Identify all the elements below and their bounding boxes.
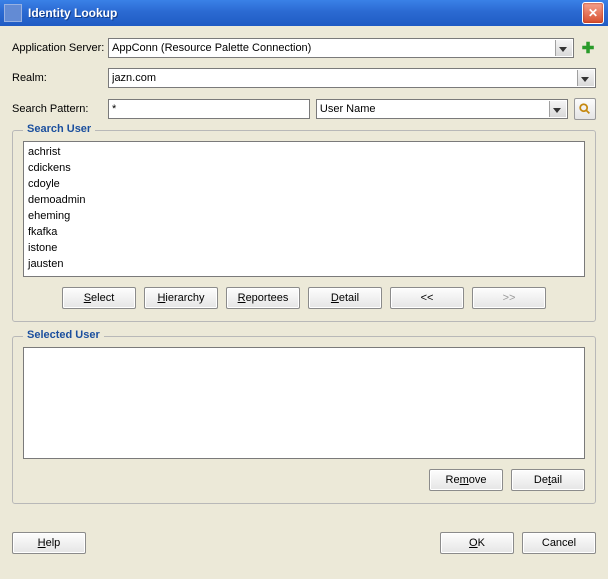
search-type-value[interactable]: [316, 99, 568, 119]
search-type-select[interactable]: [316, 99, 568, 119]
selected-user-legend: Selected User: [23, 329, 104, 341]
detail-button[interactable]: Detail: [308, 287, 382, 309]
list-item[interactable]: demoadmin: [26, 192, 582, 208]
close-icon: ✕: [588, 6, 598, 20]
select-button[interactable]: Select: [62, 287, 136, 309]
reportees-button[interactable]: Reportees: [226, 287, 300, 309]
search-user-legend: Search User: [23, 123, 95, 135]
realm-value[interactable]: [108, 68, 596, 88]
list-item[interactable]: istone: [26, 240, 582, 256]
selected-detail-button[interactable]: Detail: [511, 469, 585, 491]
realm-row: Realm:: [12, 68, 596, 88]
hierarchy-button[interactable]: Hierarchy: [144, 287, 218, 309]
cancel-button[interactable]: Cancel: [522, 532, 596, 554]
prev-page-button[interactable]: <<: [390, 287, 464, 309]
window-title: Identity Lookup: [28, 6, 582, 20]
search-user-group: Search User achristcdickenscdoyledemoadm…: [12, 130, 596, 322]
selected-button-bar: Remove Detail: [23, 469, 585, 491]
realm-label: Realm:: [12, 72, 108, 84]
search-pattern-label: Search Pattern:: [12, 103, 108, 115]
list-item[interactable]: achrist: [26, 144, 582, 160]
selected-user-group: Selected User Remove Detail: [12, 336, 596, 504]
appserver-value[interactable]: [108, 38, 574, 58]
search-button-bar: Select Hierarchy Reportees Detail << >>: [23, 287, 585, 309]
appserver-row: Application Server: ✚: [12, 38, 596, 58]
dialog-footer: Help OK Cancel: [0, 526, 608, 566]
list-item[interactable]: eheming: [26, 208, 582, 224]
run-search-button[interactable]: [574, 98, 596, 120]
appserver-select[interactable]: [108, 38, 574, 58]
app-icon: [4, 4, 22, 22]
list-item[interactable]: jausten: [26, 256, 582, 272]
title-bar: Identity Lookup ✕: [0, 0, 608, 26]
search-icon: [578, 102, 592, 116]
list-item[interactable]: cdoyle: [26, 176, 582, 192]
help-button[interactable]: Help: [12, 532, 86, 554]
realm-select[interactable]: [108, 68, 596, 88]
selected-user-list[interactable]: [23, 347, 585, 459]
list-item[interactable]: cdickens: [26, 160, 582, 176]
search-user-list[interactable]: achristcdickenscdoyledemoadminehemingfka…: [23, 141, 585, 277]
list-item[interactable]: fkafka: [26, 224, 582, 240]
remove-button[interactable]: Remove: [429, 469, 503, 491]
search-pattern-input[interactable]: [108, 99, 310, 119]
close-button[interactable]: ✕: [582, 2, 604, 24]
plus-icon: ✚: [582, 39, 595, 57]
appserver-label: Application Server:: [12, 42, 108, 54]
search-pattern-row: Search Pattern:: [12, 98, 596, 120]
add-connection-button[interactable]: ✚: [580, 40, 596, 56]
next-page-button[interactable]: >>: [472, 287, 546, 309]
ok-button[interactable]: OK: [440, 532, 514, 554]
